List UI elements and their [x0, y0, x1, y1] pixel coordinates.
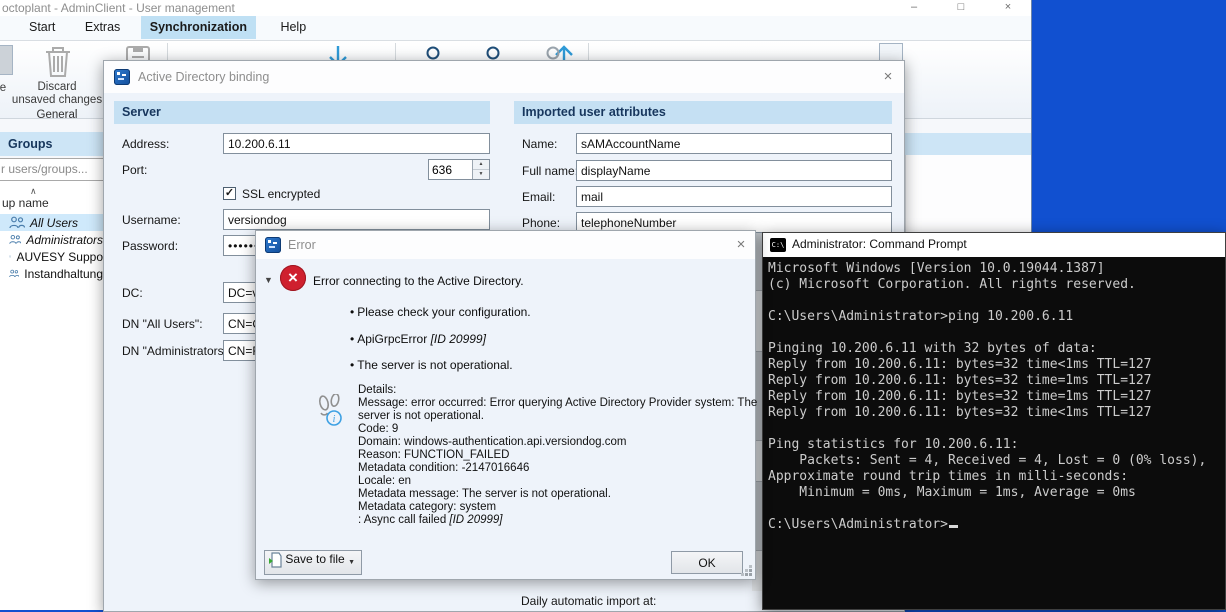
server-section-header: Server	[114, 101, 490, 124]
close-icon[interactable]: ×	[879, 68, 897, 86]
spinner-up-icon[interactable]: ▲	[473, 160, 489, 170]
username-label: Username:	[122, 213, 181, 227]
error-message: Error connecting to the Active Directory…	[313, 274, 524, 288]
cmd-title: Administrator: Command Prompt	[792, 237, 967, 251]
error-details: Details: Message: error occurred: Error …	[358, 384, 758, 527]
maximize-icon[interactable]: □	[948, 0, 974, 16]
error-bullet: •The server is not operational.	[350, 358, 513, 372]
port-label: Port:	[122, 163, 147, 177]
menu-item-start[interactable]: Start	[20, 16, 64, 39]
ssl-label: SSL encrypted	[242, 187, 320, 201]
details-last-line: : Async call failed [ID 20999]	[358, 514, 758, 527]
error-bullet: •ApiGrpcError [ID 20999]	[350, 332, 486, 346]
email-input[interactable]	[576, 186, 892, 207]
discard-button-label[interactable]: Discard unsaved changes	[6, 81, 108, 107]
full-name-label: Full name:	[522, 164, 578, 178]
username-input[interactable]	[223, 209, 490, 230]
error-dialog-title: Error	[288, 238, 316, 252]
name-input[interactable]	[576, 133, 892, 154]
svg-text:i: i	[333, 414, 336, 425]
error-dialog-titlebar[interactable]: Error ×	[256, 231, 755, 259]
menu-item-extras[interactable]: Extras	[76, 16, 129, 39]
right-panel	[905, 155, 1031, 232]
save-file-icon	[268, 552, 282, 568]
ad-dialog-title: Active Directory binding	[138, 70, 269, 84]
groups-panel-header: Groups	[0, 132, 103, 156]
command-prompt-window[interactable]: C:\ Administrator: Command Prompt Micros…	[762, 232, 1226, 610]
error-icon: ×	[280, 265, 306, 291]
app-icon	[114, 69, 130, 85]
spinner-down-icon[interactable]: ▼	[473, 170, 489, 180]
close-icon[interactable]: ×	[732, 236, 750, 254]
menu-item-synchronization[interactable]: Synchronization	[141, 16, 256, 39]
menu-bar: Start Extras Synchronization Help	[0, 16, 1031, 41]
phone-label: Phone:	[522, 216, 560, 230]
group-row-instandhaltung[interactable]: Instandhaltung	[0, 265, 103, 282]
dropdown-arrow-icon[interactable]: ▼	[348, 552, 355, 574]
toolbar-group-general-label: General	[6, 109, 108, 122]
group-icon	[9, 216, 25, 229]
address-label: Address:	[122, 137, 169, 151]
email-label: Email:	[522, 190, 555, 204]
ok-button[interactable]: OK	[671, 551, 743, 574]
bullet-icon: •	[350, 358, 354, 372]
resize-grip[interactable]	[749, 573, 752, 576]
groups-column-header[interactable]: up name	[0, 196, 103, 212]
close-icon[interactable]: ×	[995, 0, 1021, 16]
error-bullet: •Please check your configuration.	[350, 305, 531, 319]
collapse-arrow-icon[interactable]: ▼	[264, 275, 273, 285]
full-name-input[interactable]	[576, 160, 892, 181]
address-input[interactable]	[223, 133, 490, 154]
bullet-icon: •	[350, 332, 354, 346]
port-spinner[interactable]: ▲ ▼	[428, 159, 490, 180]
port-input[interactable]	[429, 160, 475, 179]
trace-details-icon: i	[316, 394, 346, 433]
save-to-file-button[interactable]: Save to file ▼	[264, 550, 362, 575]
group-row-auvesy-support[interactable]: AUVESY Suppo	[0, 248, 103, 265]
daily-import-label: Daily automatic import at:	[521, 594, 656, 608]
group-icon	[9, 250, 11, 263]
cmd-titlebar[interactable]: C:\ Administrator: Command Prompt	[763, 233, 1225, 257]
app-icon	[265, 237, 281, 253]
terminal-prompt: C:\Users\Administrator>	[768, 517, 948, 532]
dn-all-users-label: DN "All Users":	[122, 317, 203, 331]
dc-label: DC:	[122, 286, 143, 300]
bullet-icon: •	[350, 305, 354, 319]
ssl-checkbox[interactable]: ✓	[223, 187, 236, 200]
terminal-output[interactable]: Microsoft Windows [Version 10.0.19044.13…	[768, 261, 1206, 533]
main-window-titlebar[interactable]: octoplant - AdminClient - User managemen…	[0, 0, 1031, 16]
partial-toolbar-icon[interactable]	[0, 45, 13, 75]
discard-trash-icon[interactable]	[42, 43, 74, 84]
right-panel-header	[905, 133, 1031, 155]
error-dialog: Error × ▼ × Error connecting to the Acti…	[255, 230, 756, 580]
minimize-icon[interactable]: –	[901, 0, 927, 16]
attributes-section-header: Imported user attributes	[514, 101, 892, 124]
group-row-all-users[interactable]: All Users	[0, 214, 103, 231]
group-icon	[9, 233, 21, 246]
name-label: Name:	[522, 137, 557, 151]
terminal-cursor	[949, 525, 958, 528]
window-title: octoplant - AdminClient - User managemen…	[2, 1, 235, 15]
group-icon	[9, 267, 19, 280]
groups-filter-input[interactable]: r users/groups...	[0, 158, 103, 181]
menu-item-help[interactable]: Help	[271, 16, 315, 39]
ad-dialog-titlebar[interactable]: Active Directory binding ×	[104, 61, 904, 93]
group-row-administrators[interactable]: Administrators	[0, 231, 103, 248]
password-label: Password:	[122, 239, 178, 253]
terminal-text: Microsoft Windows [Version 10.0.19044.13…	[768, 261, 1206, 500]
dn-administrators-label: DN "Administrators":	[122, 344, 231, 358]
cmd-icon: C:\	[770, 238, 786, 252]
